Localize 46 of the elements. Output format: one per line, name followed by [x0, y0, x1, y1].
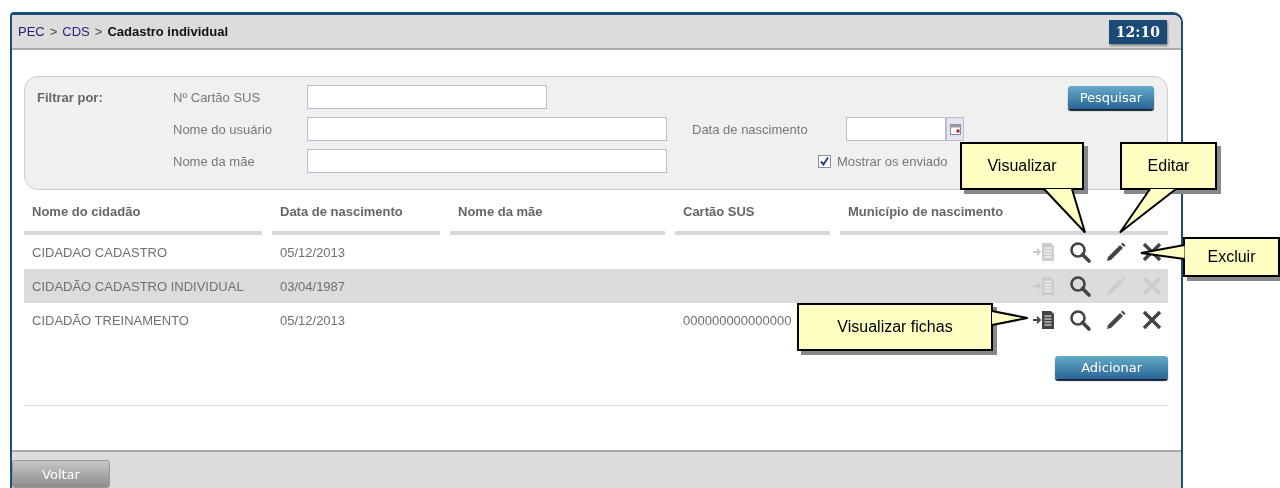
- card-number-field[interactable]: [307, 85, 547, 109]
- field-label: Data de nascimento: [692, 121, 809, 137]
- callout-pointer: [1043, 187, 1086, 233]
- column-header: Nome da mãe: [450, 200, 665, 235]
- add-button[interactable]: Adicionar: [1055, 356, 1168, 379]
- clock-badge: 12:10: [1108, 19, 1167, 44]
- user-name-field[interactable]: [307, 117, 667, 141]
- back-button[interactable]: Voltar: [12, 460, 110, 488]
- table-cell: 05/12/2013: [280, 244, 346, 260]
- callout-pointer: [990, 310, 1028, 326]
- search-icon[interactable]: [1068, 308, 1092, 332]
- pencil-icon[interactable]: [1104, 240, 1128, 264]
- checkbox[interactable]: [818, 154, 831, 168]
- column-header: Nome do cidadão: [24, 200, 262, 235]
- callout-pointer: [1119, 187, 1177, 233]
- table-cell: CIDADÃO CADASTRO INDIVIDUAL: [32, 278, 244, 294]
- breadcrumb-link[interactable]: CDS: [62, 24, 90, 39]
- document-arrow-icon[interactable]: [1032, 308, 1056, 332]
- birth-date-field[interactable]: [846, 117, 946, 141]
- breadcrumb-separator: >: [94, 24, 103, 39]
- field-label: Nome do usuário: [173, 121, 273, 137]
- mother-name-field[interactable]: [307, 149, 667, 173]
- table-cell: CIDADAO CADASTRO: [32, 244, 168, 260]
- table-cell: CIDADÃO TREINAMENTO: [32, 312, 189, 328]
- table-cell: 05/12/2013: [280, 312, 346, 328]
- search-icon[interactable]: [1068, 274, 1092, 298]
- filter-label: Filtrar por:: [37, 89, 104, 105]
- field-label: Nº Cartão SUS: [173, 89, 262, 105]
- checkbox-label: Mostrar os enviado: [837, 153, 948, 169]
- table-cell: 03/04/1987: [280, 278, 346, 294]
- calendar-button[interactable]: [946, 117, 964, 141]
- close-icon[interactable]: [1140, 308, 1164, 332]
- calendar-icon: [949, 123, 961, 135]
- column-header: Cartão SUS: [675, 200, 830, 235]
- table-cell: 000000000000000: [683, 312, 792, 328]
- breadcrumb-separator: >: [49, 24, 58, 39]
- field-label: Nome da mãe: [173, 153, 256, 169]
- pencil-icon[interactable]: [1104, 308, 1128, 332]
- table-row[interactable]: CIDADÃO CADASTRO INDIVIDUAL 03/04/1987: [24, 269, 1168, 303]
- column-header: Data de nascimento: [272, 200, 440, 235]
- page-title: Cadastro individual: [107, 24, 228, 39]
- close-icon[interactable]: [1140, 240, 1164, 264]
- callout-pointer: [1140, 244, 1186, 260]
- search-button[interactable]: Pesquisar: [1067, 85, 1154, 109]
- breadcrumb-link[interactable]: PEC: [18, 24, 45, 39]
- search-icon[interactable]: [1068, 240, 1092, 264]
